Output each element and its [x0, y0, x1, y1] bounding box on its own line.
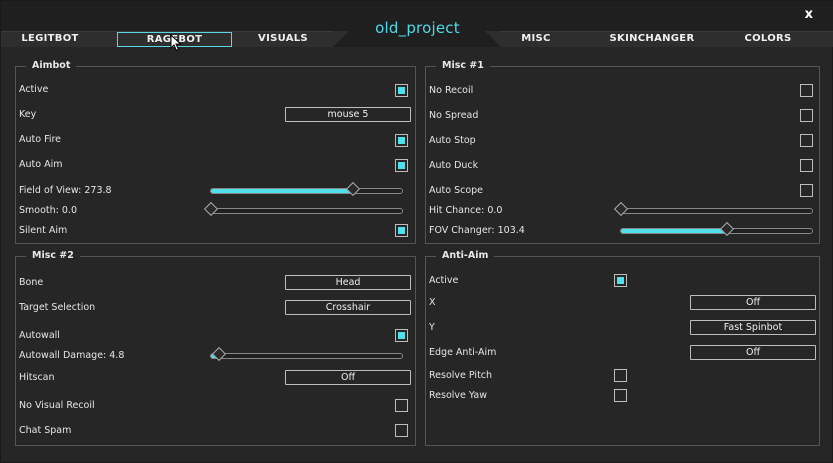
resolve-yaw-label: Resolve Yaw	[429, 390, 487, 401]
fov-slider[interactable]	[210, 181, 403, 197]
tab-legitbot[interactable]: LEGITBOT	[7, 32, 93, 47]
resolve-pitch-label: Resolve Pitch	[429, 370, 493, 381]
auto-fire-label: Auto Fire	[19, 134, 62, 145]
auto-duck-checkbox[interactable]	[800, 159, 813, 172]
tab-misc[interactable]: MISC	[497, 32, 575, 47]
fov-slider-fill	[211, 189, 353, 193]
aimbot-key-label: Key	[19, 109, 37, 120]
tab-skinchanger[interactable]: SKINCHANGER	[597, 32, 707, 47]
chat-spam-label: Chat Spam	[19, 425, 72, 436]
target-selection-label: Target Selection	[19, 302, 96, 313]
no-recoil-label: No Recoil	[429, 85, 474, 96]
autowall-label: Autowall	[19, 330, 60, 341]
fov-label: Field of View: 273.8	[19, 185, 112, 196]
edge-anti-aim-dropdown[interactable]: Off	[690, 345, 816, 360]
hit-chance-label: Hit Chance: 0.0	[429, 205, 503, 216]
fov-changer-slider-fill	[621, 229, 727, 233]
close-button[interactable]: x	[805, 7, 813, 22]
auto-aim-checkbox[interactable]	[395, 159, 408, 172]
auto-scope-label: Auto Scope	[429, 185, 484, 196]
anti-aim-y-dropdown[interactable]: Fast Spinbot	[690, 320, 816, 335]
aimbot-active-label: Active	[19, 84, 49, 95]
fov-changer-label: FOV Changer: 103.4	[429, 225, 525, 236]
hitscan-label: Hitscan	[19, 372, 55, 383]
cheat-menu-window: old_project x LEGITBOT RAGEBOT VISUALS M…	[0, 0, 833, 463]
aimbot-active-checkbox[interactable]	[395, 84, 408, 97]
no-spread-checkbox[interactable]	[800, 109, 813, 122]
misc1-panel: Misc #1	[425, 60, 820, 244]
auto-stop-checkbox[interactable]	[800, 134, 813, 147]
anti-aim-x-dropdown[interactable]: Off	[690, 295, 816, 310]
no-visual-recoil-checkbox[interactable]	[395, 399, 408, 412]
no-recoil-checkbox[interactable]	[800, 84, 813, 97]
anti-aim-active-checkbox[interactable]	[614, 274, 627, 287]
no-spread-label: No Spread	[429, 110, 479, 121]
hitscan-dropdown[interactable]: Off	[285, 370, 411, 385]
fov-changer-slider[interactable]	[620, 221, 813, 237]
bone-dropdown[interactable]: Head	[285, 275, 411, 290]
misc1-panel-title: Misc #1	[436, 60, 490, 72]
aimbot-key-dropdown[interactable]: mouse 5	[285, 107, 411, 122]
smooth-slider[interactable]	[203, 201, 403, 217]
anti-aim-panel-title: Anti-Aim	[436, 250, 495, 262]
edge-anti-aim-label: Edge Anti-Aim	[429, 347, 497, 358]
tab-visuals[interactable]: VISUALS	[237, 32, 329, 47]
silent-aim-label: Silent Aim	[19, 225, 68, 236]
chat-spam-checkbox[interactable]	[395, 424, 408, 437]
tab-colors[interactable]: COLORS	[729, 32, 807, 47]
auto-fire-checkbox[interactable]	[395, 134, 408, 147]
anti-aim-x-label: X	[429, 297, 436, 308]
no-visual-recoil-label: No Visual Recoil	[19, 400, 95, 411]
aimbot-panel: Aimbot	[15, 60, 416, 244]
smooth-label: Smooth: 0.0	[19, 205, 77, 216]
mouse-cursor-icon	[170, 34, 182, 52]
auto-duck-label: Auto Duck	[429, 160, 479, 171]
target-selection-dropdown[interactable]: Crosshair	[285, 300, 411, 315]
auto-stop-label: Auto Stop	[429, 135, 476, 146]
resolve-yaw-checkbox[interactable]	[614, 389, 627, 402]
hit-chance-slider[interactable]	[613, 201, 813, 217]
misc2-panel-title: Misc #2	[26, 250, 80, 262]
anti-aim-active-label: Active	[429, 275, 459, 286]
tab-strip-notch-left	[333, 31, 349, 47]
resolve-pitch-checkbox[interactable]	[614, 369, 627, 382]
silent-aim-checkbox[interactable]	[395, 224, 408, 237]
autowall-damage-label: Autowall Damage: 4.8	[19, 350, 125, 361]
auto-scope-checkbox[interactable]	[800, 184, 813, 197]
autowall-checkbox[interactable]	[395, 329, 408, 342]
bone-label: Bone	[19, 277, 44, 288]
autowall-damage-slider[interactable]	[210, 346, 403, 362]
anti-aim-y-label: Y	[429, 322, 435, 333]
auto-aim-label: Auto Aim	[19, 159, 63, 170]
aimbot-panel-title: Aimbot	[26, 60, 77, 72]
